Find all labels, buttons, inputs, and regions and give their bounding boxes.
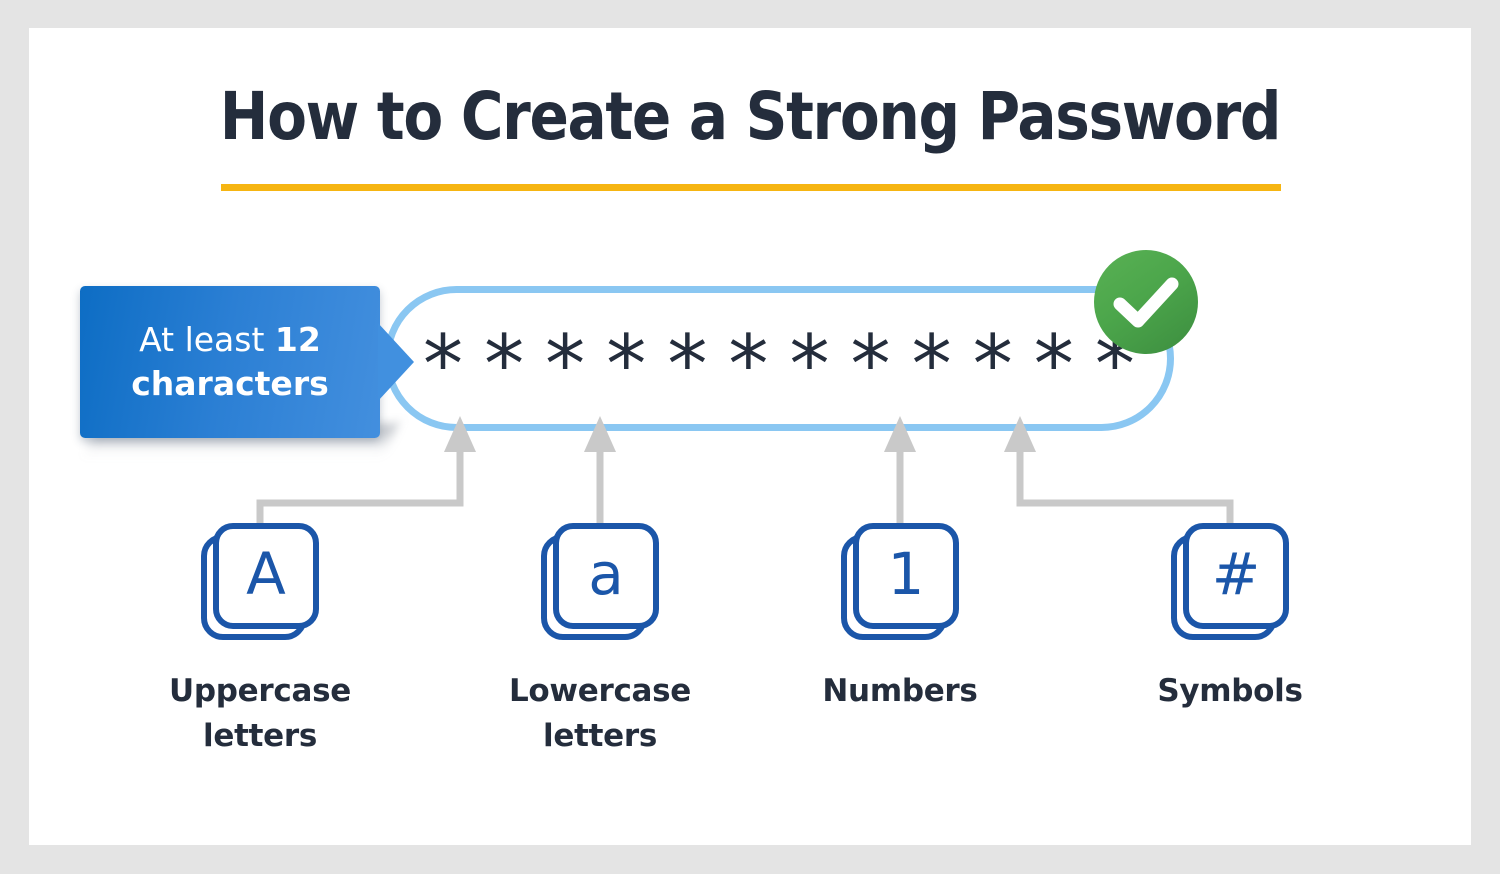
mask-char: * — [606, 317, 647, 411]
requirement-label-symbols: Symbols — [1100, 669, 1360, 714]
mask-char: * — [423, 317, 463, 411]
requirement-uppercase: A Uppercase letters — [130, 523, 390, 759]
keycap-number-icon[interactable]: 1 — [841, 523, 959, 641]
mask-char: * — [484, 317, 525, 411]
requirement-label-uppercase: Uppercase letters — [130, 669, 390, 759]
requirement-symbols: # Symbols — [1100, 523, 1360, 714]
requirement-label-lowercase: Lowercase letters — [470, 669, 730, 759]
callout-number: 12 — [274, 320, 321, 360]
requirement-label-numbers: Numbers — [770, 669, 1030, 714]
page-background: How to Create a Strong Password * * * * … — [0, 0, 1500, 874]
infographic-card: How to Create a Strong Password * * * * … — [29, 28, 1471, 845]
label-line-2: letters — [543, 717, 657, 754]
keycap-symbol-icon[interactable]: # — [1171, 523, 1289, 641]
page-title: How to Create a Strong Password — [219, 78, 1282, 155]
label-line-2: letters — [203, 717, 317, 754]
label-line-1: Uppercase — [169, 673, 351, 709]
mask-char: * — [911, 317, 952, 411]
requirement-lowercase: a Lowercase letters — [470, 523, 730, 759]
mask-char: * — [1033, 317, 1074, 411]
arrowhead-uppercase — [444, 416, 476, 452]
title-underline-rule — [221, 184, 1281, 191]
callout-prefix: At least — [139, 320, 275, 360]
keycap-glyph: A — [246, 540, 286, 608]
arrowhead-symbols — [1004, 416, 1036, 452]
keycap-glyph: 1 — [887, 540, 925, 608]
keycap-glyph: # — [1211, 540, 1261, 608]
keycap-uppercase-icon[interactable]: A — [201, 523, 319, 641]
mask-char: * — [789, 317, 830, 411]
check-circle-icon — [1094, 250, 1198, 354]
keycap-top: a — [553, 523, 659, 629]
keycap-top: # — [1183, 523, 1289, 629]
keycap-top: 1 — [853, 523, 959, 629]
keycap-lowercase-icon[interactable]: a — [541, 523, 659, 641]
arrowhead-numbers — [884, 416, 916, 452]
callout-pointer — [378, 323, 414, 401]
keycap-glyph: a — [588, 540, 624, 608]
mask-char: * — [972, 317, 1013, 411]
arrowhead-lowercase — [584, 416, 616, 452]
label-line-1: Symbols — [1157, 673, 1303, 709]
callout-line-2: characters — [131, 364, 329, 403]
mask-char: * — [667, 317, 708, 411]
label-line-1: Numbers — [822, 673, 978, 709]
mask-char: * — [850, 317, 891, 411]
requirements-row: A Uppercase letters a Lowercase letters — [29, 523, 1471, 823]
mask-char: * — [728, 317, 769, 411]
requirement-numbers: 1 Numbers — [770, 523, 1030, 714]
mask-char: * — [545, 317, 586, 411]
label-line-1: Lowercase — [508, 673, 692, 709]
keycap-top: A — [213, 523, 319, 629]
callout-line-1: At least 12 — [139, 318, 321, 362]
